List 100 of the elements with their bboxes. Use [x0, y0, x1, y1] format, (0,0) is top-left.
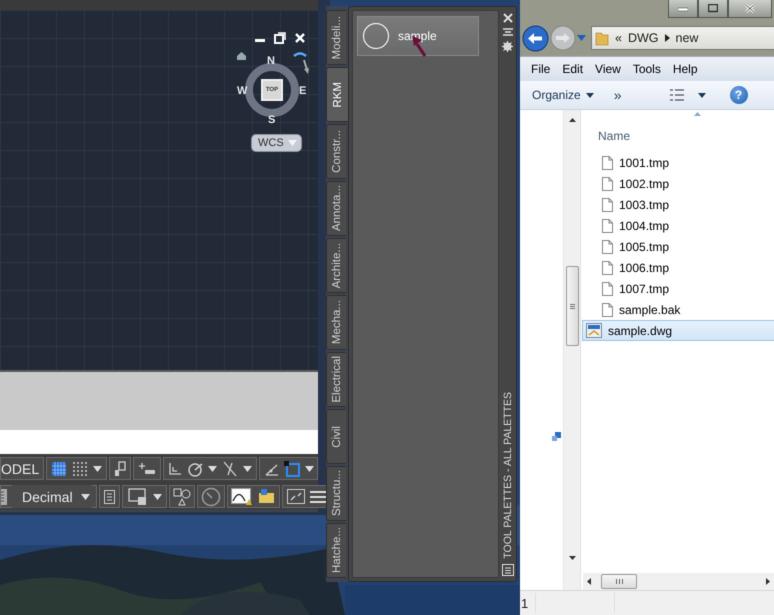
ucs-menu[interactable]: WCS [251, 134, 302, 152]
network-icon[interactable] [552, 432, 561, 441]
restore-icon[interactable] [274, 32, 286, 44]
caret-icon[interactable] [243, 466, 252, 472]
list-row[interactable]: sample.dwg [582, 320, 774, 341]
column-header[interactable]: Name [598, 129, 630, 143]
caret-icon[interactable] [208, 466, 218, 472]
list-row[interactable]: 1002.tmp [595, 173, 774, 194]
scroll-right-icon[interactable] [766, 578, 770, 585]
compass-direction[interactable]: S [268, 114, 276, 126]
scrollbar-thumb[interactable] [566, 266, 578, 346]
sort-arrow-icon [694, 112, 701, 116]
menu-icon[interactable] [310, 490, 326, 504]
palette-title: TOOL PALETTES - ALL PALETTES [502, 392, 514, 559]
dynamic-input-icon[interactable] [138, 462, 156, 476]
file-icon [602, 260, 613, 274]
menu-item[interactable]: View [590, 60, 626, 78]
palette-properties-icon[interactable] [502, 564, 514, 576]
compass-direction[interactable]: W [237, 85, 248, 97]
file-icon [602, 302, 613, 316]
minimize-button[interactable] [668, 0, 698, 18]
more-commands-button[interactable]: » [614, 87, 622, 103]
breadcrumb-item: DWG [628, 31, 659, 45]
workspace-lock-icon[interactable] [128, 488, 148, 506]
caret-icon [698, 92, 706, 98]
scrollbar-thumb[interactable] [601, 574, 637, 589]
polar-icon[interactable] [187, 460, 204, 476]
maximize-icon [708, 4, 718, 13]
scroll-down-icon[interactable] [568, 556, 576, 560]
organize-menu[interactable]: Organize [532, 88, 594, 102]
palette-tab[interactable]: Hatche... [326, 523, 346, 578]
scroll-up-icon[interactable] [568, 118, 576, 122]
palette-tab[interactable]: Annota... [326, 181, 346, 236]
selection-cycling-icon[interactable] [284, 460, 300, 476]
close-button[interactable] [728, 0, 772, 18]
ortho-icon[interactable] [168, 462, 182, 476]
auto-hide-icon[interactable] [502, 28, 512, 36]
breadcrumb-arrow-icon [664, 34, 670, 42]
menu-item[interactable]: Help [668, 60, 703, 78]
angle-icon[interactable] [265, 462, 280, 476]
command-field[interactable] [0, 430, 318, 454]
snap-icon[interactable] [72, 460, 88, 476]
palette-tab[interactable]: Modeli... [326, 10, 346, 65]
settings-icon[interactable] [502, 41, 513, 52]
grid-icon[interactable] [51, 460, 68, 476]
folder-icon [595, 30, 609, 46]
annotation-monitor-icon[interactable] [258, 488, 276, 506]
compass-direction[interactable]: N [267, 55, 275, 67]
list-row[interactable]: 1003.tmp [595, 194, 774, 215]
menu-item[interactable]: Tools [628, 60, 666, 78]
details-view-icon [670, 89, 684, 101]
list-row[interactable]: 1006.tmp [595, 257, 774, 278]
back-button[interactable] [522, 24, 549, 52]
view-options-button[interactable] [670, 89, 706, 101]
maximize-button[interactable] [698, 0, 728, 18]
item-count: 1 [520, 593, 536, 613]
fullscreen-icon[interactable] [286, 488, 305, 504]
palette-tab[interactable]: Mecha... [326, 295, 346, 350]
menu-item[interactable]: File [526, 60, 556, 78]
list-row[interactable]: sample.bak [595, 299, 774, 320]
file-icon [602, 156, 613, 170]
list-row[interactable]: 1007.tmp [595, 278, 774, 299]
home-icon[interactable] [237, 52, 246, 60]
calculator-icon[interactable] [104, 490, 115, 504]
list-row[interactable]: 1004.tmp [595, 215, 774, 236]
drawing-file-icon [586, 323, 602, 338]
graphics-warning-icon[interactable] [230, 488, 253, 506]
scroll-left-icon[interactable] [587, 578, 591, 585]
address-bar[interactable]: « DWG new [591, 26, 774, 50]
palette-tab[interactable]: Civil [326, 409, 346, 464]
list-row[interactable]: 1001.tmp [595, 152, 774, 173]
caret-icon[interactable] [305, 466, 314, 472]
breadcrumb-item: new [676, 31, 698, 45]
grip-icon [616, 579, 622, 584]
palette-tab[interactable]: Electrical [326, 352, 346, 407]
compass-direction[interactable]: E [299, 85, 306, 97]
breadcrumb-item: « [615, 31, 622, 45]
file-icon [602, 218, 613, 232]
tool-button[interactable]: sample [357, 16, 479, 56]
palette-tab[interactable]: RKM [326, 67, 348, 122]
caret-icon[interactable] [152, 494, 162, 500]
list-row[interactable]: 1005.tmp [595, 236, 774, 257]
caret-icon[interactable] [93, 466, 102, 472]
circle-icon [362, 22, 390, 50]
grip-icon [570, 304, 574, 308]
caret-icon[interactable] [80, 494, 90, 500]
palette-tab[interactable]: Constr... [326, 124, 346, 179]
caret-icon [586, 92, 594, 98]
object-snap-icon[interactable] [222, 460, 238, 476]
palette-tab[interactable]: Structu... [326, 466, 346, 521]
infer-constraints-icon[interactable] [114, 460, 126, 476]
menu-item[interactable]: Edit [557, 60, 588, 78]
caret-icon [288, 140, 297, 146]
gauge-icon[interactable] [200, 486, 221, 506]
close-icon[interactable] [502, 13, 512, 23]
file-icon [602, 240, 613, 254]
palette-tab[interactable]: Archite... [326, 238, 346, 293]
units-dropdown[interactable]: Decimal [12, 485, 92, 508]
rotate-arrows-icon[interactable] [292, 50, 310, 76]
isolate-objects-icon[interactable] [172, 488, 191, 506]
